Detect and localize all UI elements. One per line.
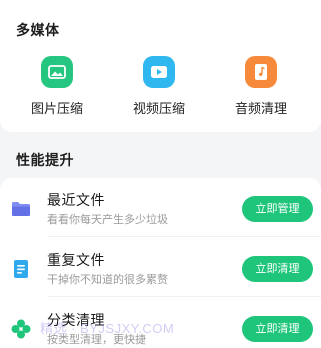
duplicate-files-title: 重复文件 [47, 253, 105, 269]
manage-now-button[interactable]: 立即管理 [242, 196, 313, 222]
document-icon [10, 258, 32, 280]
image-compress-icon [41, 56, 73, 88]
watermark-text: 精选 · BYJSJXY.COM [40, 321, 175, 336]
audio-clean-label: 音频清理 [234, 102, 287, 117]
video-compress-item[interactable]: 视频压缩 [114, 56, 204, 118]
video-compress-icon [143, 56, 175, 88]
performance-title: 性能提升 [16, 153, 74, 169]
image-compress-label: 图片压缩 [30, 102, 83, 117]
image-compress-item[interactable]: 图片压缩 [12, 56, 102, 118]
row-divider [48, 296, 321, 297]
audio-clean-item[interactable]: 音频清理 [216, 56, 306, 118]
category-icon [10, 318, 32, 340]
recent-files-title: 最近文件 [47, 193, 105, 209]
clean-now-button[interactable]: 立即清理 [242, 316, 313, 342]
multimedia-title: 多媒体 [16, 23, 60, 39]
audio-clean-icon [245, 56, 277, 88]
recent-files-desc: 看看你每天产生多少垃圾 [47, 213, 168, 226]
multimedia-grid: 图片压缩 视频压缩 音频清理 [0, 56, 321, 118]
video-compress-label: 视频压缩 [132, 102, 185, 117]
multimedia-card: 多媒体 图片压缩 视频压缩 音频清理 [0, 0, 321, 132]
recent-files-row[interactable]: 最近文件 看看你每天产生多少垃圾 立即管理 [0, 178, 321, 237]
row-divider [48, 236, 321, 237]
tools-page: 多媒体 图片压缩 视频压缩 音频清理 性能提升 最近文件 看看你每天产生多少垃圾… [0, 0, 321, 348]
duplicate-files-row[interactable]: 重复文件 干掉你不知道的很多累赘 立即清理 [0, 238, 321, 297]
clean-now-button[interactable]: 立即清理 [242, 256, 313, 282]
duplicate-files-desc: 干掉你不知道的很多累赘 [47, 273, 168, 286]
folder-icon [10, 198, 32, 220]
